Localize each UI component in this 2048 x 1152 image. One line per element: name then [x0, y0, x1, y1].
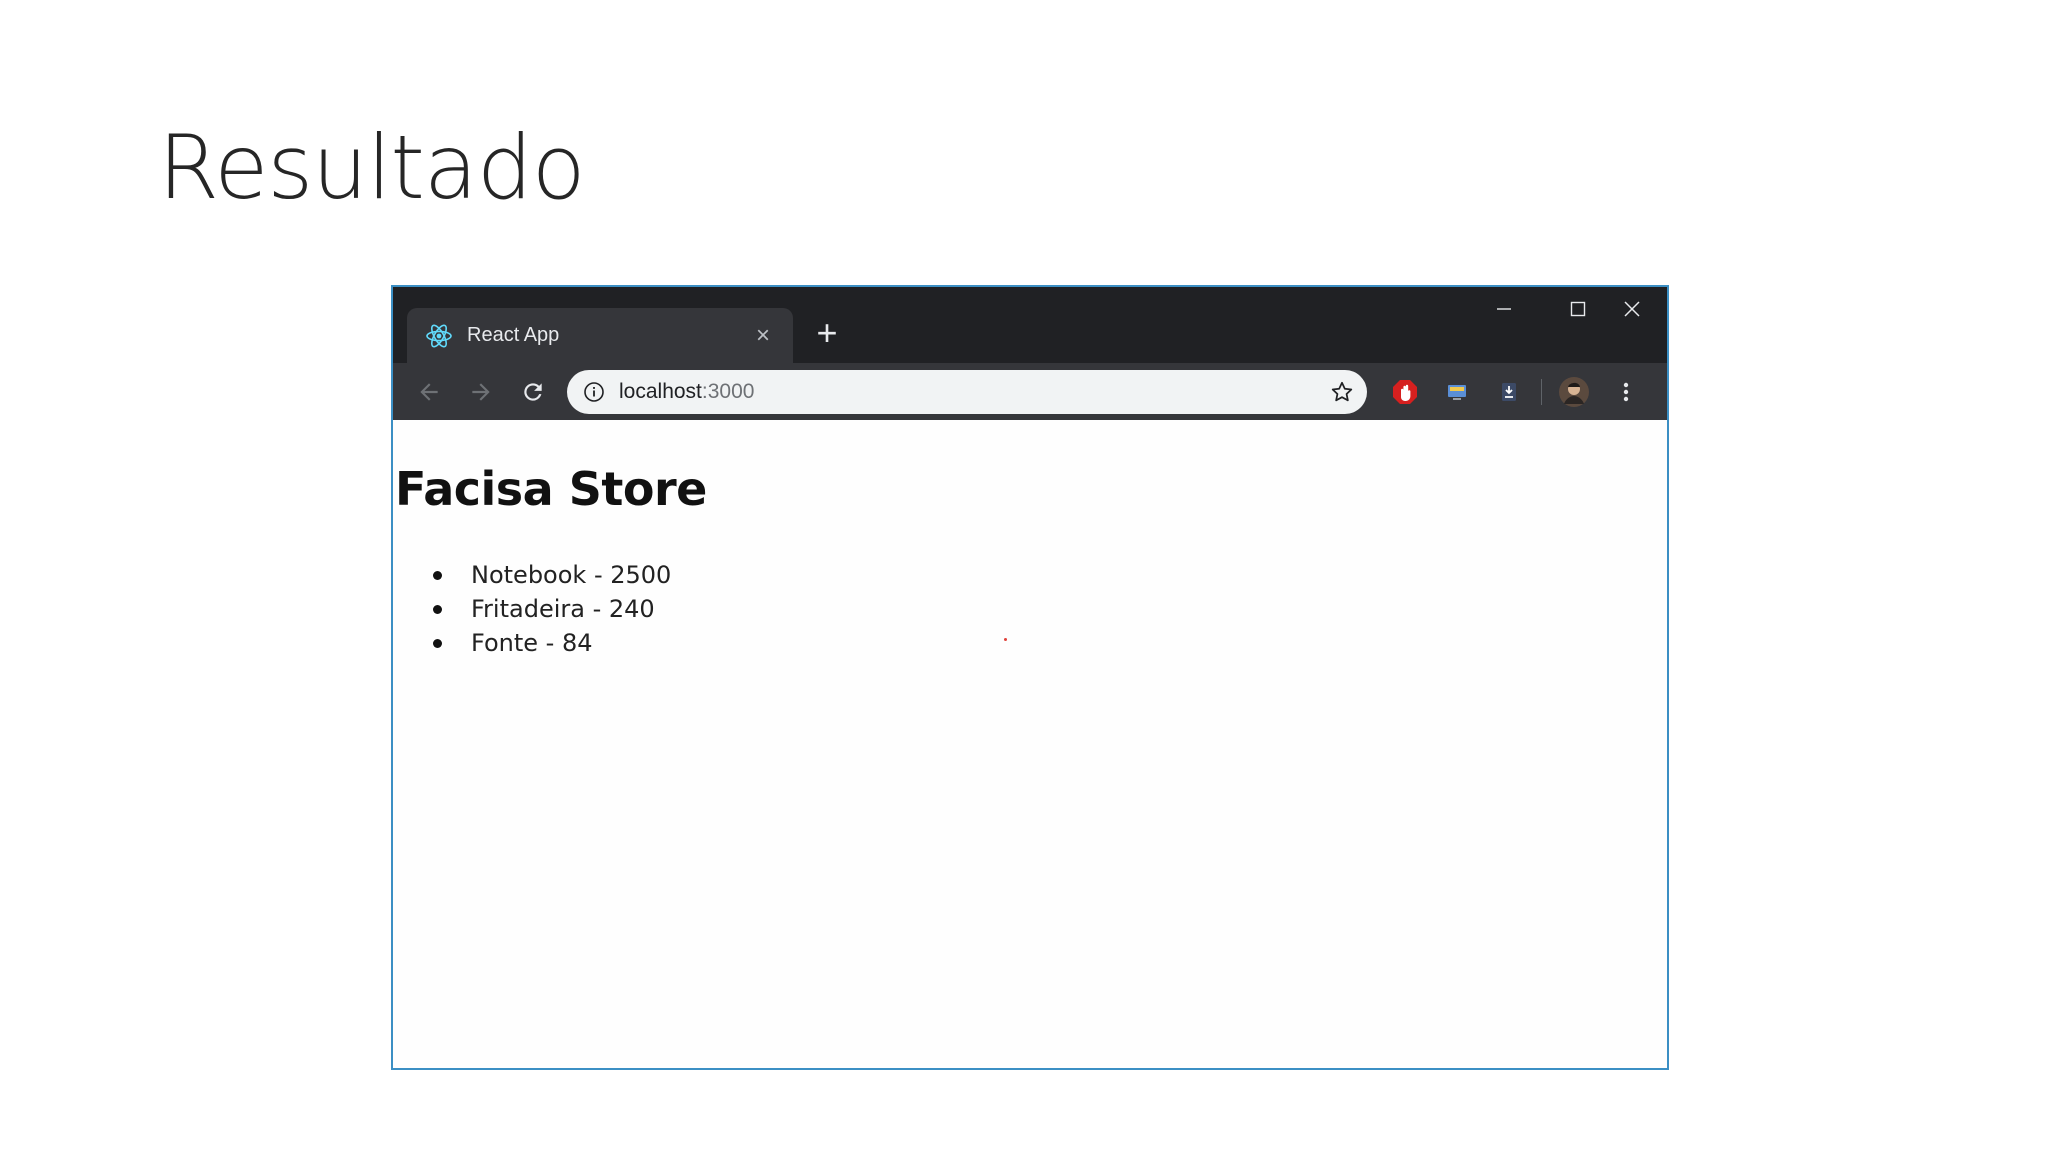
store-heading: Facisa Store [395, 462, 707, 516]
tab-close-icon[interactable]: × [751, 323, 775, 348]
browser-window: React App × + localhost:3000 Facisa Sto… [391, 285, 1669, 1070]
reload-icon [524, 382, 542, 401]
url-host: localhost [619, 380, 702, 403]
forward-arrow-icon [472, 382, 490, 401]
browser-toolbar: localhost :3000 [393, 363, 1667, 420]
maximize-icon [1570, 301, 1586, 317]
tab-strip: React App × + [393, 287, 1667, 363]
minimize-button[interactable] [1467, 287, 1541, 331]
extension-area [1383, 370, 1656, 414]
back-button[interactable] [407, 370, 451, 414]
avatar-icon [1559, 377, 1589, 407]
star-icon[interactable] [1329, 379, 1355, 405]
minimize-icon [1497, 308, 1511, 310]
product-list: Notebook - 2500 Fritadeira - 240 Fonte -… [433, 558, 671, 660]
slide-title: Resultado [158, 116, 586, 219]
url-port: :3000 [701, 380, 755, 403]
menu-kebab-icon [1623, 382, 1629, 402]
list-item: Fritadeira - 240 [433, 592, 671, 626]
cursor-dot [1004, 638, 1007, 641]
list-item: Fonte - 84 [433, 626, 671, 660]
tab-title: React App [467, 324, 560, 346]
chrome-menu-button[interactable] [1604, 370, 1648, 414]
screen-icon [1448, 385, 1466, 400]
new-tab-button[interactable]: + [807, 313, 847, 353]
list-item: Notebook - 2500 [433, 558, 671, 592]
presentation-slide: Resultado React App × + localhost:3000 … [0, 0, 2048, 1152]
close-window-button[interactable] [1595, 287, 1667, 331]
info-icon[interactable] [583, 381, 605, 403]
tab-react-app[interactable]: React App × [407, 308, 793, 363]
page-viewport: Facisa Store Notebook - 2500 Fritadeira … [393, 420, 1667, 1068]
back-arrow-icon [420, 382, 438, 401]
close-icon [1624, 301, 1640, 317]
forward-button[interactable] [459, 370, 503, 414]
profile-avatar[interactable] [1552, 370, 1596, 414]
reload-button[interactable] [511, 370, 555, 414]
adblock-button[interactable] [1383, 370, 1427, 414]
download-icon [1502, 383, 1516, 401]
toolbar-separator [1541, 379, 1542, 405]
address-bar[interactable]: localhost :3000 [567, 370, 1367, 414]
download-extension-button[interactable] [1487, 370, 1531, 414]
react-logo-icon [425, 322, 453, 350]
screen-extension-button[interactable] [1435, 370, 1479, 414]
adblock-icon [1393, 380, 1417, 404]
